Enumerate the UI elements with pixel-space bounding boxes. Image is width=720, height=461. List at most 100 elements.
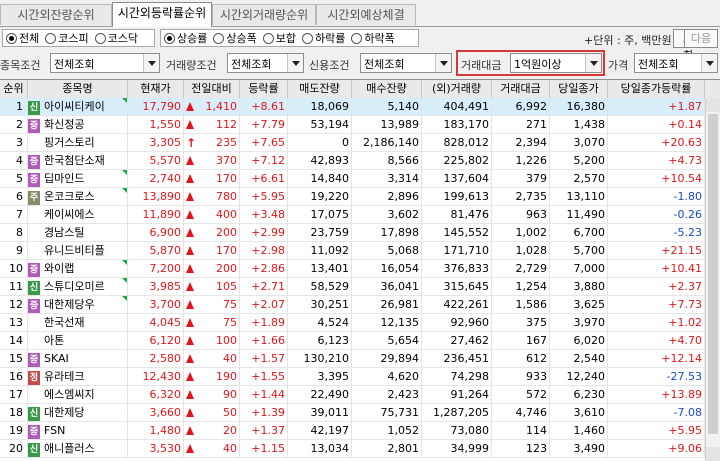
table-row[interactable]: 16 정 유라테크 12,430 190 +1.55 3,395 4,620 74,298 933… <box>0 368 705 386</box>
column-header-vol[interactable]: (외)거래량 <box>422 80 492 98</box>
stock-name-cell[interactable]: 케이씨에스 <box>28 206 128 223</box>
crate-cell: -0.26 <box>608 206 705 223</box>
table-row[interactable]: 19 증 FSN 1,480 20 +1.37 42,197 1,052 73,080 114 1,… <box>0 422 705 440</box>
column-header-buy[interactable]: 매수잔량 <box>352 80 422 98</box>
tab-after-hours-remaining[interactable]: 시간외잔량순위 <box>0 4 112 25</box>
stock-name-cell[interactable]: 신 아이씨티케이 <box>28 98 128 115</box>
tab-after-hours-expected[interactable]: 시간외예상체결 <box>316 4 416 25</box>
stock-name: 에스엠씨지 <box>44 388 95 401</box>
stock-name: 유니드비티플 <box>44 244 105 257</box>
stock-name-cell[interactable]: 정 유라테크 <box>28 368 128 385</box>
table-row[interactable]: 9 유니드비티플 5,870 170 +2.98 11,092 5,068 171,710 1,… <box>0 242 705 260</box>
stock-name-cell[interactable]: 증 SKAI <box>28 350 128 367</box>
column-header-close[interactable]: 당일종가 <box>550 80 608 98</box>
stock-name-cell[interactable]: 신 스튜디오미르 <box>28 278 128 295</box>
stock-name-cell[interactable]: 아톤 <box>28 332 128 349</box>
stock-name-cell[interactable]: 증 와이랩 <box>28 260 128 277</box>
stock-name: 아이씨티케이 <box>44 100 105 113</box>
price-cell: 6,120 <box>128 332 184 349</box>
stock-badge: 증 <box>28 353 40 367</box>
stock-name-cell[interactable]: 주 온코크로스 <box>28 188 128 205</box>
price-cell: 4,045 <box>128 314 184 331</box>
radio-market-all[interactable]: 전체 <box>3 30 42 46</box>
stock-name-cell[interactable]: 증 딥마인드 <box>28 170 128 187</box>
stock-name-cell[interactable]: 핑거스토리 <box>28 134 128 151</box>
stock-name-cell[interactable]: 신 애니플러스 <box>28 440 128 457</box>
table-row[interactable]: 13 한국선재 4,045 75 +1.89 4,524 12,135 92,960 375 3,… <box>0 314 705 332</box>
sell-cell: 6,123 <box>288 332 352 349</box>
stock-name-cell[interactable]: 한국선재 <box>28 314 128 331</box>
radio-rise-rate[interactable]: 상승률 <box>161 30 210 46</box>
table-row[interactable]: 15 증 SKAI 2,580 40 +1.57 130,210 29,894 236,451 6… <box>0 350 705 368</box>
vol-cell: 145,552 <box>422 224 492 241</box>
volume-condition-select[interactable]: 전체조회 <box>227 53 304 73</box>
close-cell: 6,700 <box>550 224 608 241</box>
table-row[interactable]: 3 핑거스토리 3,305 ↑ 235 +7.65 0 2,186,140 828,012 2,3… <box>0 134 705 152</box>
stock-badge: 정 <box>28 371 40 385</box>
column-header-sell[interactable]: 매도잔량 <box>288 80 352 98</box>
radio-unchanged[interactable]: 보합 <box>260 30 299 46</box>
price-cell: 12,430 <box>128 368 184 385</box>
stock-name-cell[interactable]: 증 화신정공 <box>28 116 128 133</box>
table-row[interactable]: 12 증 대한제당우 3,700 75 +2.07 30,251 26,981 422,261 1… <box>0 296 705 314</box>
table-row[interactable]: 8 경남스틸 6,900 200 +2.99 23,759 17,898 145,552 1,0… <box>0 224 705 242</box>
tab-after-hours-volume[interactable]: 시간외거래량순위 <box>212 4 316 25</box>
amt-cell: 167 <box>492 332 550 349</box>
table-row[interactable]: 11 신 스튜디오미르 3,985 105 +2.71 58,529 36,041 315,64… <box>0 278 705 296</box>
up-arrow-icon: ↑ <box>186 136 197 150</box>
stock-name-cell[interactable]: 에스엠씨지 <box>28 386 128 403</box>
column-header-rate[interactable]: 등락률 <box>240 80 288 98</box>
column-header-price[interactable]: 현재가 <box>128 80 184 98</box>
stock-name-cell[interactable]: 유니드비티플 <box>28 242 128 259</box>
column-header-rank[interactable]: 순위 <box>0 80 28 98</box>
buy-cell: 36,041 <box>352 278 422 295</box>
table-row[interactable]: 6 주 온코크로스 13,890 780 +5.95 19,220 2,896 199,613 2… <box>0 188 705 206</box>
vertical-scrollbar[interactable] <box>705 98 720 461</box>
table-row[interactable]: 14 아톤 6,120 100 +1.66 6,123 5,654 27,462 167 6,02… <box>0 332 705 350</box>
scroll-thumb[interactable] <box>708 114 718 434</box>
stock-name-cell[interactable]: 증 한국첨단소재 <box>28 152 128 169</box>
radio-fall-rate[interactable]: 하락률 <box>299 30 348 46</box>
tab-after-hours-change-rate[interactable]: 시간외등락률순위 <box>112 2 212 27</box>
radio-market-kosdaq[interactable]: 코스닥 <box>92 30 141 46</box>
table-row[interactable]: 20 신 애니플러스 3,530 40 +1.15 13,034 2,801 34,999 123… <box>0 440 705 458</box>
stock-name-cell[interactable]: 증 대한제당우 <box>28 296 128 313</box>
stock-name-cell[interactable]: 신 대한제당 <box>28 404 128 421</box>
rate-cell: +2.86 <box>240 260 288 277</box>
table-row[interactable]: 2 증 화신정공 1,550 112 +7.79 53,194 13,989 183,170 27… <box>0 116 705 134</box>
change-value: 75 <box>223 298 237 311</box>
next-button[interactable]: 다음 <box>684 29 718 48</box>
table-row[interactable]: 18 신 대한제당 3,660 50 +1.39 39,011 75,731 1,287,205… <box>0 404 705 422</box>
table-row[interactable]: 1 신 아이씨티케이 17,790 1,410 +8.61 18,069 5,140 404,4… <box>0 98 705 116</box>
close-cell: 2,570 <box>550 170 608 187</box>
stock-condition-select[interactable]: 전체조회 <box>50 53 160 73</box>
buy-cell: 17,898 <box>352 224 422 241</box>
table-row[interactable]: 17 에스엠씨지 6,320 90 +1.44 22,490 2,423 91,264 572 6… <box>0 386 705 404</box>
table-row[interactable]: 4 증 한국첨단소재 5,570 370 +7.12 42,893 8,566 225,802 1… <box>0 152 705 170</box>
column-header-diff[interactable]: 전일대비 <box>184 80 240 98</box>
table-row[interactable]: 10 증 와이랩 7,200 200 +2.86 13,401 16,054 376,833 2,… <box>0 260 705 278</box>
column-header-name[interactable]: 종목명 <box>28 80 128 98</box>
radio-rise-amount[interactable]: 상승폭 <box>210 30 259 46</box>
credit-condition-select[interactable]: 전체조회 <box>360 53 452 73</box>
close-cell: 5,700 <box>550 242 608 259</box>
column-header-amt[interactable]: 거래대금 <box>492 80 550 98</box>
scroll-down-button[interactable] <box>706 447 720 461</box>
stock-name-cell[interactable]: 경남스틸 <box>28 224 128 241</box>
table-row[interactable]: 5 증 딥마인드 2,740 170 +6.61 14,840 3,314 137,604 379… <box>0 170 705 188</box>
up-triangle-icon <box>186 156 194 165</box>
radio-fall-amount[interactable]: 하락폭 <box>348 30 397 46</box>
stock-name-cell[interactable]: 증 FSN <box>28 422 128 439</box>
radio-checked-icon <box>164 32 175 44</box>
rank-cell: 7 <box>0 206 28 223</box>
price-select[interactable]: 전체조회 <box>634 53 718 73</box>
price-cell: 3,530 <box>128 440 184 457</box>
rate-cell: +2.98 <box>240 242 288 259</box>
column-header-crate[interactable]: 당일종가등락률 <box>608 80 705 98</box>
rank-cell: 3 <box>0 134 28 151</box>
buy-cell: 4,620 <box>352 368 422 385</box>
radio-market-kospi[interactable]: 코스피 <box>42 30 91 46</box>
scroll-up-button[interactable] <box>706 98 720 112</box>
change-value: 100 <box>216 334 237 347</box>
table-row[interactable]: 7 케이씨에스 11,890 400 +3.48 17,075 3,602 81,476 963… <box>0 206 705 224</box>
